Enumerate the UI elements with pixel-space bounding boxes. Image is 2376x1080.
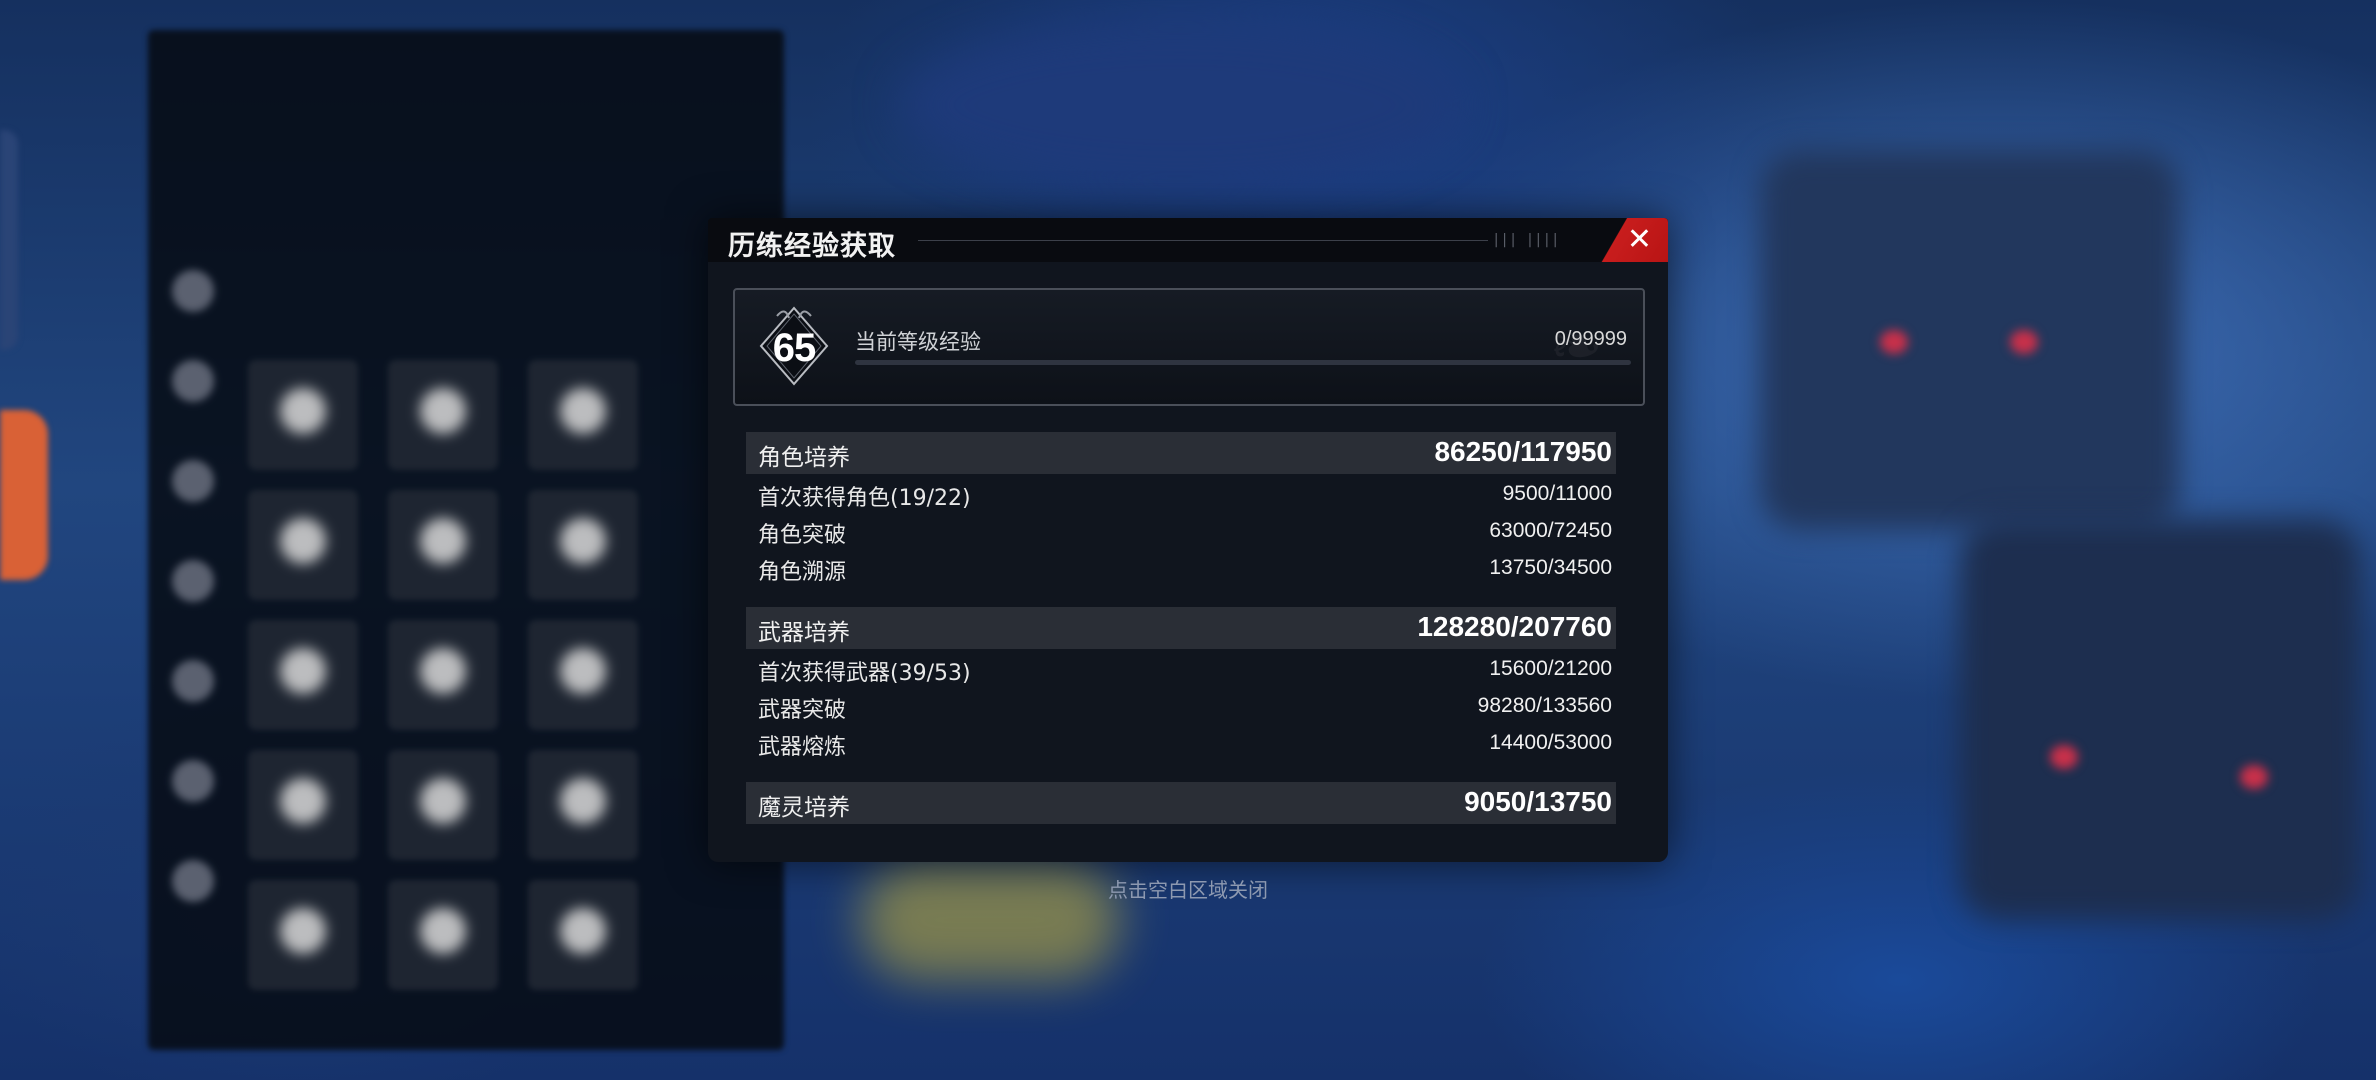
level-badge: 65 [755,304,833,388]
background-item-slot [248,750,358,860]
level-exp-label: 当前等级经验 [855,330,981,354]
sub-row-label: 角色溯源 [758,560,847,585]
category-value: 128280/207760 [1417,611,1612,643]
title-divider [918,240,1488,241]
sub-row-value: 13750/34500 [1489,556,1612,580]
level-card: ❧ 65 当前等级经验 0/99999 [733,288,1645,406]
sub-row-current: 14400 [1489,731,1548,754]
sub-row: 武器熔炼 14400/53000 [746,727,1616,761]
sub-row-value: 14400/53000 [1489,731,1612,755]
background-nav-icon [172,360,214,402]
sub-row: 首次获得角色(19/22) 9500/11000 [746,478,1616,512]
background-item-slot [248,490,358,600]
category-total: /207760 [1510,611,1612,642]
sub-row-total: /53000 [1547,731,1612,754]
experience-modal: 历练经验获取 ||| |||| ✕ ❧ 65 当前等级经验 0/99999 角色… [708,218,1668,862]
level-number: 65 [772,326,817,370]
category-header-character: 角色培养 86250/117950 [746,432,1616,474]
background-nav-icon [172,560,214,602]
background-item-slot [528,750,638,860]
modal-header: 历练经验获取 ||| |||| ✕ [708,218,1668,262]
sub-row-label: 武器突破 [758,698,847,723]
sub-row-current: 13750 [1489,556,1548,579]
category-header-weapon: 武器培养 128280/207760 [746,607,1616,649]
sub-row: 武器突破 98280/133560 [746,690,1616,724]
monster-eye [2050,745,2078,769]
category-value: 9050/13750 [1464,786,1612,818]
background-cube-monster [1960,520,2360,920]
category-name: 魔灵培养 [758,795,850,821]
sub-row-value: 63000/72450 [1489,519,1612,543]
background-dome [900,20,1460,190]
background-side-tab [0,130,18,350]
background-app-icon [0,410,48,580]
sub-row-current: 98280 [1477,694,1537,717]
sub-row-total: /21200 [1547,657,1612,680]
sub-row-current: 9500 [1502,482,1550,505]
category-value: 86250/117950 [1434,436,1612,468]
background-item-slot [388,750,498,860]
background-item-slot [248,360,358,470]
category-name: 武器培养 [758,620,850,646]
category-current: 128280 [1417,611,1511,642]
background-nav-icon [172,660,214,702]
background-item-slot [388,620,498,730]
sub-row: 角色突破 63000/72450 [746,515,1616,549]
category-current: 86250 [1434,436,1513,467]
sub-row-total: /11000 [1549,482,1612,505]
close-hint: 点击空白区域关闭 [1108,878,1268,902]
background-cube-monster [1760,150,2180,530]
modal-title: 历练经验获取 [728,231,896,262]
level-exp-value: 0/99999 [1554,328,1627,350]
background-item-slot [248,620,358,730]
sub-row-total: /72450 [1547,519,1612,542]
monster-eye [1880,330,1908,354]
sub-row-total: /34500 [1547,556,1612,579]
sub-row-current: 63000 [1489,519,1548,542]
sub-row-label: 武器熔炼 [758,735,847,760]
sub-row-label: 角色突破 [758,523,847,548]
sub-row-value: 15600/21200 [1489,657,1612,681]
category-current: 9050 [1464,786,1527,817]
sub-row-total: /133560 [1536,694,1612,717]
close-icon: ✕ [1626,222,1652,257]
sub-row-value: 98280/133560 [1478,694,1612,718]
title-decoration: ||| |||| [1492,232,1560,248]
background-nav-icon [172,760,214,802]
monster-eye [2240,765,2268,789]
category-total: /117950 [1512,436,1612,467]
background-item-slot [388,490,498,600]
background-nav-icon [172,270,214,312]
sub-row-value: 9500/11000 [1503,482,1612,506]
game-screen[interactable]: 历练经验获取 ||| |||| ✕ ❧ 65 当前等级经验 0/99999 角色… [0,0,2376,1080]
exp-progress-bar [855,360,1631,365]
category-header-spirit: 魔灵培养 9050/13750 [746,782,1616,824]
sub-row-label: 首次获得武器(39/53) [758,661,971,686]
background-item-slot [528,360,638,470]
background-item-slot [388,360,498,470]
background-item-slot [528,620,638,730]
background-item-slot [528,490,638,600]
close-button[interactable]: ✕ [1598,218,1668,262]
sub-row: 首次获得武器(39/53) 15600/21200 [746,653,1616,687]
sub-row: 角色溯源 13750/34500 [746,552,1616,586]
category-total: /13750 [1526,786,1612,817]
sub-row-label: 首次获得角色(19/22) [758,486,971,511]
monster-eye [2010,330,2038,354]
sub-row-current: 15600 [1489,657,1548,680]
category-name: 角色培养 [758,445,850,471]
background-nav-icon [172,460,214,502]
